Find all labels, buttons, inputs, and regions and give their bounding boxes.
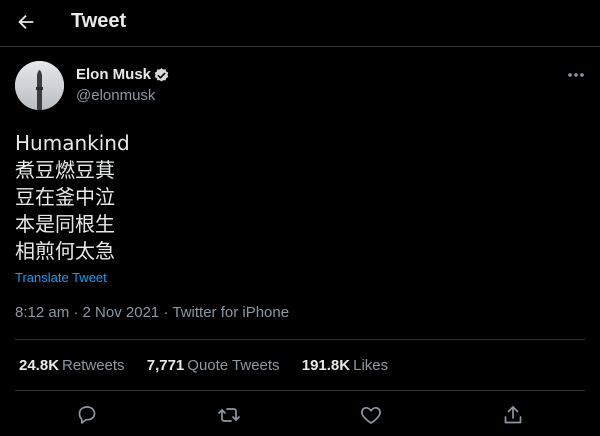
tweet-line: 豆在釜中泣: [15, 185, 115, 209]
author-name[interactable]: Elon Musk: [76, 66, 151, 83]
tweet-text: Humankind 煮豆燃豆萁 豆在釜中泣 本是同根生 相煎何太急: [15, 130, 130, 265]
stat-label: Likes: [353, 357, 389, 374]
tweet-source[interactable]: Twitter for iPhone: [172, 304, 289, 321]
tweet-line: Humankind: [15, 131, 130, 155]
retweet-icon[interactable]: [217, 403, 241, 427]
quote-tweets-stat[interactable]: 7,771 Quote Tweets: [147, 357, 280, 374]
top-bar: Tweet: [0, 0, 600, 47]
tweet-meta: 8:12 am · 2 Nov 2021 · Twitter for iPhon…: [15, 304, 289, 321]
tweet-line: 相煎何太急: [15, 239, 115, 263]
stat-value: 24.8K: [19, 357, 60, 374]
divider: [15, 390, 585, 391]
tweet-stats: 24.8K Retweets 7,771 Quote Tweets 191.8K Li…: [19, 357, 406, 374]
tweet-time[interactable]: 8:12 am: [15, 304, 69, 321]
retweets-stat[interactable]: 24.8K Retweets: [19, 357, 125, 374]
author-handle[interactable]: @elonmusk: [76, 87, 155, 104]
stat-label: Quote Tweets: [187, 357, 280, 374]
share-icon[interactable]: [501, 403, 525, 427]
more-horizontal-icon[interactable]: [566, 69, 586, 81]
stat-value: 7,771: [146, 357, 185, 374]
meta-separator: ·: [163, 304, 169, 321]
reply-icon[interactable]: [75, 403, 99, 427]
page-title: Tweet: [71, 10, 127, 32]
verified-badge-icon: [154, 68, 169, 82]
tweet-line: 煮豆燃豆萁: [15, 158, 115, 182]
tweet-line: 本是同根生: [15, 212, 115, 236]
like-icon[interactable]: [359, 403, 383, 427]
arrow-left-icon[interactable]: [15, 11, 37, 33]
likes-stat[interactable]: 191.8K Likes: [302, 357, 388, 374]
meta-separator: ·: [73, 304, 79, 321]
tweet-date[interactable]: 2 Nov 2021: [83, 304, 160, 321]
divider: [15, 339, 585, 340]
stat-value: 191.8K: [301, 357, 351, 374]
translate-tweet-link[interactable]: Translate Tweet: [15, 270, 107, 285]
avatar[interactable]: [15, 61, 64, 110]
stat-label: Retweets: [62, 357, 125, 374]
